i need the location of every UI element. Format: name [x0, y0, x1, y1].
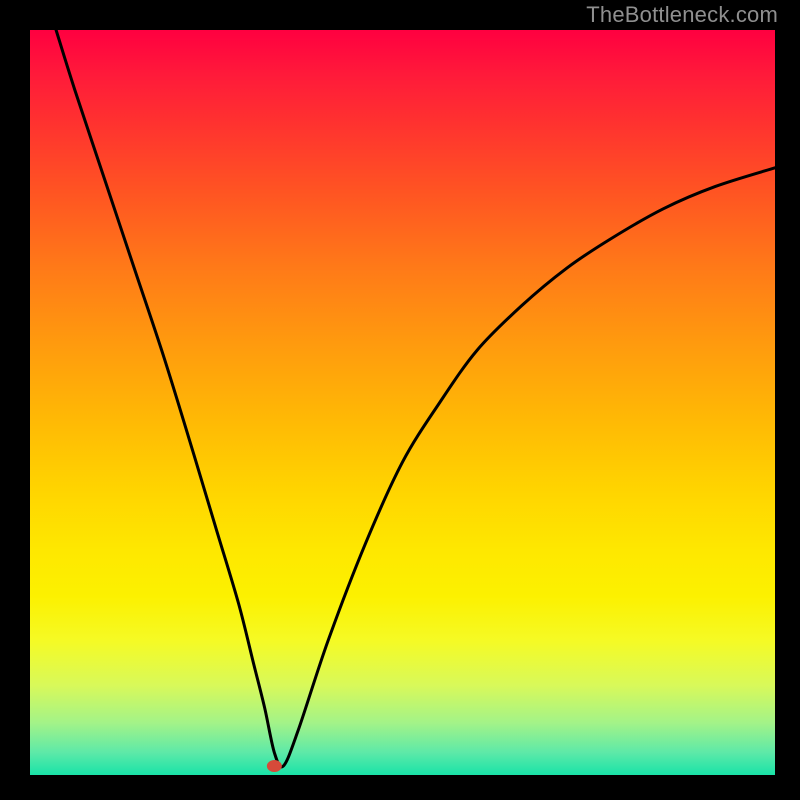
- chart-frame: TheBottleneck.com: [0, 0, 800, 800]
- chart-svg: [30, 30, 775, 775]
- bottleneck-curve: [56, 30, 775, 767]
- min-marker: [267, 760, 282, 772]
- plot-area: [30, 30, 775, 775]
- watermark-text: TheBottleneck.com: [586, 2, 778, 28]
